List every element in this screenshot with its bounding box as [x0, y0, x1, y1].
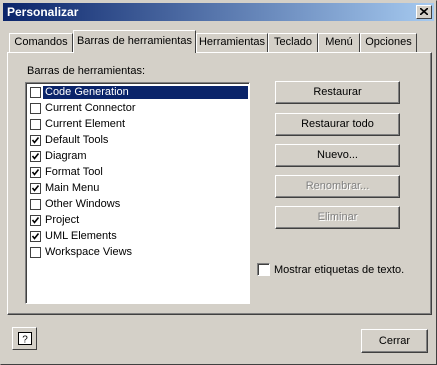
toolbar-checkbox[interactable]: [30, 87, 41, 98]
help-icon: ?: [18, 332, 32, 345]
toolbar-item-label: Default Tools: [45, 134, 109, 146]
title-bar[interactable]: Personalizar: [3, 3, 434, 21]
toolbar-checkbox[interactable]: [30, 231, 41, 242]
cerrar-button[interactable]: Cerrar: [361, 329, 428, 353]
toolbar-item-label: Format Tool: [45, 166, 103, 178]
toolbar-checkbox[interactable]: [30, 199, 41, 210]
toolbar-list-item[interactable]: UML Elements: [28, 229, 248, 245]
show-text-labels-checkbox[interactable]: [257, 263, 270, 276]
tab-label: Barras de herramientas: [77, 35, 192, 47]
toolbar-item-label: Project: [45, 214, 80, 226]
tab-opciones[interactable]: Opciones: [360, 33, 417, 52]
toolbar-checkbox[interactable]: [30, 103, 41, 114]
check-icon: [31, 137, 40, 144]
check-icon: [31, 217, 40, 224]
help-button[interactable]: ?: [12, 327, 37, 350]
tab-barras-de-herramientas[interactable]: Barras de herramientas: [73, 30, 196, 53]
toolbars-list[interactable]: Code Generation Current Connector Current …: [25, 82, 250, 304]
toolbar-item-label: Other Windows: [45, 198, 121, 210]
toolbar-list-item[interactable]: Current Element: [28, 117, 248, 133]
tab-label: Menú: [325, 36, 353, 48]
customize-dialog: Personalizar Comandos Barras de herramie…: [0, 0, 437, 365]
toolbar-list-item[interactable]: Project: [28, 213, 248, 229]
check-icon: [31, 169, 40, 176]
check-icon: [31, 233, 40, 240]
toolbar-item-label: Code Generation: [43, 86, 248, 99]
tab-label: Comandos: [14, 36, 68, 48]
tab-label: Herramientas: [198, 36, 266, 48]
renombrar-button[interactable]: Renombrar...: [275, 175, 400, 198]
toolbar-list-item[interactable]: Workspace Views: [28, 245, 248, 261]
show-text-labels-label: Mostrar etiquetas de texto.: [274, 264, 405, 276]
toolbar-checkbox[interactable]: [30, 151, 41, 162]
toolbar-checkbox[interactable]: [30, 135, 41, 146]
toolbar-item-label: Diagram: [45, 150, 87, 162]
tab-label: Opciones: [365, 36, 412, 48]
toolbar-checkbox[interactable]: [30, 215, 41, 226]
toolbar-item-label: Current Element: [45, 118, 126, 130]
toolbar-item-label: Main Menu: [45, 182, 100, 194]
tab-herramientas[interactable]: Herramientas: [196, 33, 268, 52]
toolbar-list-item[interactable]: Default Tools: [28, 133, 248, 149]
svg-text:?: ?: [22, 335, 28, 346]
toolbar-list-item[interactable]: Format Tool: [28, 165, 248, 181]
tab-teclado[interactable]: Teclado: [268, 33, 318, 52]
tab-menu[interactable]: Menú: [318, 33, 360, 52]
check-icon: [31, 153, 40, 160]
toolbars-list-label: Barras de herramientas:: [27, 65, 145, 77]
toolbar-checkbox[interactable]: [30, 167, 41, 178]
toolbar-list-item[interactable]: Diagram: [28, 149, 248, 165]
check-icon: [31, 185, 40, 192]
toolbar-list-item[interactable]: Other Windows: [28, 197, 248, 213]
restaurar-todo-button[interactable]: Restaurar todo: [275, 113, 400, 136]
tab-comandos[interactable]: Comandos: [9, 33, 73, 52]
window-close-button[interactable]: [416, 5, 432, 19]
toolbar-list-item[interactable]: Main Menu: [28, 181, 248, 197]
toolbar-list-item[interactable]: Code Generation: [28, 85, 248, 101]
toolbar-item-label: Current Connector: [45, 102, 136, 114]
toolbar-item-label: UML Elements: [45, 230, 117, 242]
nuevo-button[interactable]: Nuevo...: [275, 144, 400, 167]
close-icon: [420, 8, 428, 15]
eliminar-button[interactable]: Eliminar: [275, 206, 400, 229]
restaurar-button[interactable]: Restaurar: [275, 81, 400, 104]
toolbar-checkbox[interactable]: [30, 119, 41, 130]
toolbar-checkbox[interactable]: [30, 247, 41, 258]
toolbar-list-item[interactable]: Current Connector: [28, 101, 248, 117]
toolbar-item-label: Workspace Views: [45, 246, 133, 258]
tab-label: Teclado: [274, 36, 312, 48]
window-title: Personalizar: [7, 5, 79, 19]
toolbar-checkbox[interactable]: [30, 183, 41, 194]
